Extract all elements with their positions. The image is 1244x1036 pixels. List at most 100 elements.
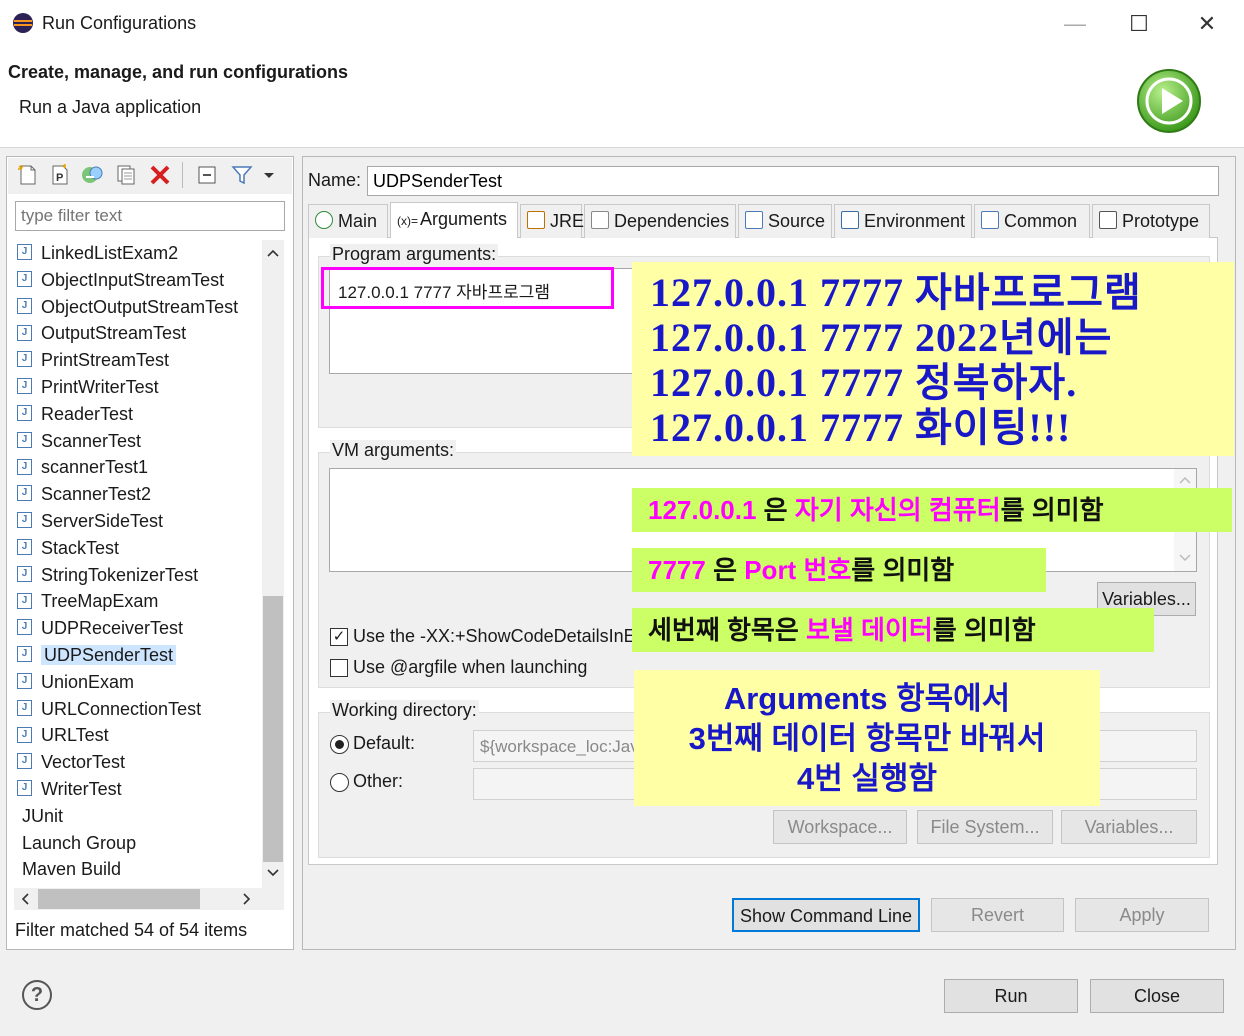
use-xx-checkbox[interactable]: ✓ xyxy=(330,628,348,646)
tree-item-label: LinkedListExam2 xyxy=(41,243,179,263)
scroll-up-icon[interactable] xyxy=(1178,474,1192,486)
tab-label: Arguments xyxy=(420,209,508,229)
show-command-line-button[interactable]: Show Command Line xyxy=(732,898,920,932)
working-directory-label: Working directory: xyxy=(330,700,479,721)
tree-item[interactable]: J PrintWriterTest xyxy=(14,374,159,400)
tree-item[interactable]: J PrintStreamTest xyxy=(14,347,169,373)
prototype-tab-icon xyxy=(1099,211,1117,230)
close-button[interactable]: Close xyxy=(1090,979,1224,1013)
scroll-down-icon[interactable] xyxy=(266,866,280,880)
apply-button[interactable]: Apply xyxy=(1075,898,1209,932)
tree-item[interactable]: JscannerTest1 xyxy=(14,454,148,480)
tree-hscroll-thumb[interactable] xyxy=(38,889,200,909)
new-configuration-icon[interactable] xyxy=(16,163,40,187)
tab-source[interactable]: Source xyxy=(738,204,832,238)
tree-item[interactable]: J ReaderTest xyxy=(14,401,133,427)
tree-item[interactable]: J ServerSideTest xyxy=(14,508,163,534)
working-dir-variables-button[interactable]: Variables... xyxy=(1061,810,1197,844)
close-window-button[interactable]: ✕ xyxy=(1184,6,1230,42)
java-application-icon: J xyxy=(17,271,32,288)
filter-icon[interactable] xyxy=(230,163,254,187)
run-launch-icon xyxy=(1137,69,1201,133)
minimize-button[interactable]: — xyxy=(1052,6,1098,42)
tree-item-label: ScannerTest xyxy=(41,430,142,451)
file-system-button[interactable]: File System... xyxy=(917,810,1053,844)
note-highlight: 127.0.0.1 xyxy=(648,495,757,525)
tree-item[interactable]: J ObjectOutputStreamTest xyxy=(14,294,238,320)
ip-explanation-note: 127.0.0.1 은 자기 자신의 컴퓨터를 의미함 xyxy=(632,488,1232,532)
tree-category[interactable]: JUnit xyxy=(22,803,63,829)
tab-label: Environment xyxy=(864,211,966,231)
default-radio[interactable] xyxy=(330,735,349,754)
note-text: 를 의미함 xyxy=(932,615,1036,645)
tree-item[interactable]: J UDPSenderTest xyxy=(14,642,177,668)
chevron-down-icon[interactable] xyxy=(262,163,276,187)
tab-main[interactable]: Main xyxy=(308,204,388,238)
note-text: 은 xyxy=(705,555,745,585)
example-line: 127.0.0.1 7777 정복하자. xyxy=(650,360,1078,405)
java-application-icon: J xyxy=(17,619,32,636)
configuration-name-field[interactable] xyxy=(367,166,1219,196)
tree-item[interactable]: J ScannerTest xyxy=(14,428,141,454)
export-configuration-icon[interactable] xyxy=(80,163,104,187)
jre-tab-icon xyxy=(527,211,545,230)
data-explanation-note: 세번째 항목은 보낼 데이터를 의미함 xyxy=(632,608,1154,652)
new-prototype-icon[interactable]: P xyxy=(48,163,72,187)
workspace-button[interactable]: Workspace... xyxy=(773,810,907,844)
scroll-down-icon[interactable] xyxy=(1178,552,1192,564)
tree-item[interactable]: J UnionExam xyxy=(14,669,134,695)
tree-item[interactable]: J VectorTest xyxy=(14,749,125,775)
tree-item[interactable]: J URLConnectionTest xyxy=(14,696,201,722)
other-radio[interactable] xyxy=(330,773,349,792)
tree-item[interactable]: J StringTokenizerTest xyxy=(14,562,198,588)
run-button[interactable]: Run xyxy=(944,979,1078,1013)
delete-icon[interactable] xyxy=(148,163,172,187)
java-application-icon: J xyxy=(17,324,32,341)
tree-item[interactable]: J LinkedListExam2 xyxy=(14,240,178,266)
tree-item[interactable]: J WriterTest xyxy=(14,776,122,802)
scroll-left-icon[interactable] xyxy=(18,892,32,906)
tab-arguments[interactable]: (x)= Arguments xyxy=(390,202,518,238)
tree-item-label: PrintStreamTest xyxy=(41,350,170,371)
scroll-right-icon[interactable] xyxy=(240,892,254,906)
tree-item[interactable]: J StackTest xyxy=(14,535,119,561)
tab-prototype[interactable]: Prototype xyxy=(1092,204,1210,238)
revert-button[interactable]: Revert xyxy=(931,898,1064,932)
use-xx-label: Use the -XX:+ShowCodeDetailsInEx xyxy=(353,626,645,646)
tree-item[interactable]: J UDPReceiverTest xyxy=(14,615,183,641)
tree-scroll-thumb[interactable] xyxy=(263,596,283,862)
tree-item-label: ServerSideTest xyxy=(41,511,164,531)
tab-common[interactable]: Common xyxy=(974,204,1090,238)
scroll-up-icon[interactable] xyxy=(266,246,280,260)
summary-line: Arguments 항목에서 xyxy=(723,681,1011,716)
tab-jre[interactable]: JRE xyxy=(520,204,584,238)
java-application-icon: J xyxy=(17,512,32,529)
java-application-icon: J xyxy=(17,458,32,475)
tree-item[interactable]: J TreeMapExam xyxy=(14,588,158,614)
tree-category[interactable]: Maven Build xyxy=(22,856,121,882)
example-line: 127.0.0.1 7777 화이팅!!! xyxy=(650,405,1072,450)
source-tab-icon xyxy=(745,211,763,230)
summary-line: 4번 실행함 xyxy=(797,761,937,796)
main-tab-icon xyxy=(315,211,333,230)
help-icon[interactable]: ? xyxy=(22,980,52,1010)
use-argfile-checkbox[interactable] xyxy=(330,659,348,677)
tree-item-label: WriterTest xyxy=(41,779,122,799)
note-highlight: 7777 xyxy=(648,555,706,585)
tab-environment[interactable]: Environment xyxy=(834,204,972,238)
tab-dependencies[interactable]: Dependencies xyxy=(584,204,736,238)
filter-input[interactable] xyxy=(15,201,285,231)
collapse-all-icon[interactable] xyxy=(196,163,220,187)
tree-item[interactable]: J ObjectInputStreamTest xyxy=(14,267,224,293)
summary-line: 3번째 데이터 항목만 바꿔서 xyxy=(688,721,1046,756)
tree-item[interactable]: J ScannerTest2 xyxy=(14,481,151,507)
maximize-button[interactable]: ☐ xyxy=(1116,6,1162,42)
tab-label: Source xyxy=(768,211,826,231)
banner-subtitle: Run a Java application xyxy=(19,97,202,117)
svg-text:P: P xyxy=(56,172,63,184)
duplicate-icon[interactable] xyxy=(114,163,138,187)
tree-item[interactable]: J URLTest xyxy=(14,722,109,748)
tab-label: Prototype xyxy=(1122,211,1200,231)
tree-category[interactable]: Launch Group xyxy=(22,830,136,856)
tree-item[interactable]: J OutputStreamTest xyxy=(14,320,186,346)
